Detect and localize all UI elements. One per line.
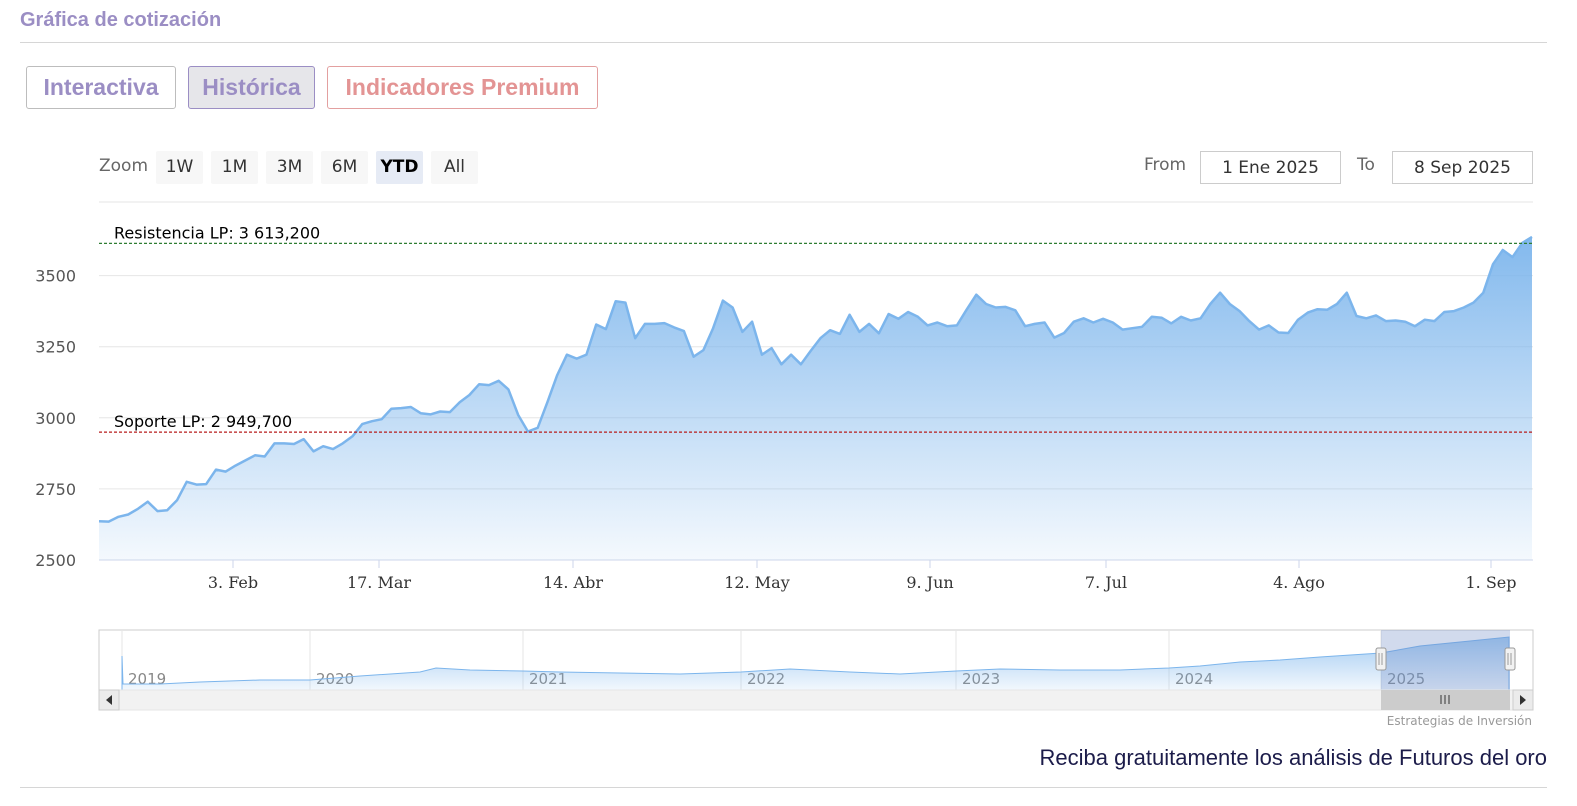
free-analysis-link[interactable]: Reciba gratuitamente los análisis de Fut… bbox=[1040, 745, 1548, 771]
footer-divider bbox=[20, 787, 1547, 788]
x-tick-label: 9. Jun bbox=[906, 573, 953, 592]
x-tick-label: 12. May bbox=[724, 573, 790, 592]
y-tick-label: 3500 bbox=[35, 267, 76, 286]
y-axis: 2500 2750 3000 3250 3500 bbox=[35, 267, 76, 570]
support-label: Soporte LP: 2 949,700 bbox=[114, 412, 292, 431]
navigator-selection bbox=[1381, 630, 1510, 690]
y-tick-label: 2750 bbox=[35, 480, 76, 499]
price-chart: 2500 2750 3000 3250 3500 Resistencia LP: 3 6… bbox=[35, 201, 1534, 728]
y-tick-label: 2500 bbox=[35, 551, 76, 570]
chart-credit: Estrategias de Inversión bbox=[1387, 714, 1532, 728]
resistance-label: Resistencia LP: 3 613,200 bbox=[114, 223, 320, 242]
y-tick-label: 3000 bbox=[35, 409, 76, 428]
x-tick-label: 7. Jul bbox=[1085, 573, 1127, 592]
scrollbar[interactable] bbox=[98, 689, 1534, 711]
x-axis: 3. Feb 17. Mar 14. Abr 12. May 9. Jun 7. Jul 4… bbox=[208, 560, 1517, 592]
y-tick-label: 3250 bbox=[35, 338, 76, 357]
navigator-right-handle[interactable] bbox=[1504, 647, 1516, 671]
x-tick-label: 1. Sep bbox=[1465, 573, 1516, 592]
x-tick-label: 3. Feb bbox=[208, 573, 258, 592]
x-tick-label: 14. Abr bbox=[543, 573, 603, 592]
navigator[interactable]: 2019202020212022202320242025 bbox=[98, 629, 1534, 691]
x-tick-label: 4. Ago bbox=[1273, 573, 1325, 592]
price-area bbox=[99, 236, 1532, 560]
scrollbar-track bbox=[98, 689, 1534, 711]
x-tick-label: 17. Mar bbox=[347, 573, 411, 592]
navigator-left-handle[interactable] bbox=[1375, 647, 1387, 671]
